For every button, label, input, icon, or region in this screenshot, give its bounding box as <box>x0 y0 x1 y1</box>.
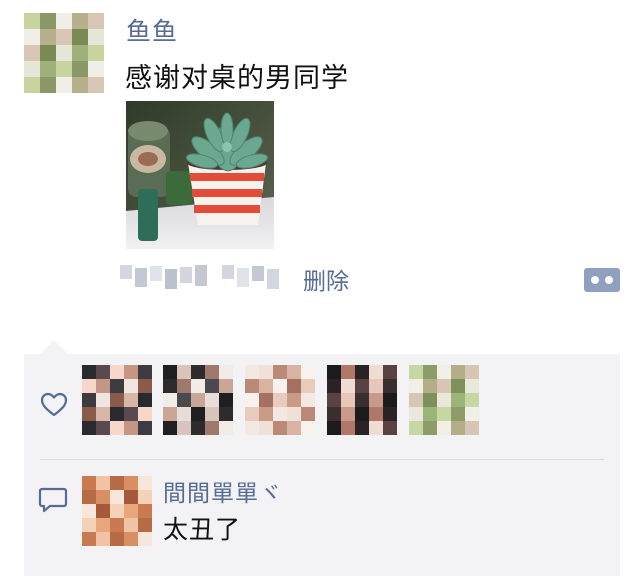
panel-arrow <box>40 340 68 354</box>
delete-button[interactable]: 删除 <box>303 262 349 296</box>
comment-text[interactable]: 太丑了 <box>163 510 241 546</box>
post-time-blurred <box>120 265 207 289</box>
moments-post: 鱼鱼 感谢对桌的男同学 删除 間間單單ヾ 太丑了 <box>0 0 640 576</box>
commenter-avatar[interactable] <box>82 476 152 546</box>
commenter-name[interactable]: 間間單單ヾ <box>163 474 283 508</box>
dot-icon <box>605 276 613 284</box>
post-location-blurred <box>222 265 279 289</box>
divider <box>40 459 604 460</box>
author-avatar[interactable] <box>24 13 104 93</box>
liker-avatar[interactable] <box>409 365 479 435</box>
post-photo[interactable] <box>126 101 274 249</box>
liker-avatar[interactable] <box>245 365 315 435</box>
liker-avatar[interactable] <box>163 365 233 435</box>
liker-avatar[interactable] <box>82 365 152 435</box>
more-actions-button[interactable] <box>584 268 620 292</box>
dot-icon <box>591 276 599 284</box>
heart-outline-icon <box>40 392 68 417</box>
post-text: 感谢对桌的男同学 <box>125 63 349 94</box>
author-name[interactable]: 鱼鱼 <box>126 12 178 48</box>
succulent-photo <box>126 101 274 249</box>
comment-bubble-icon <box>38 487 68 513</box>
liker-avatar[interactable] <box>327 365 397 435</box>
